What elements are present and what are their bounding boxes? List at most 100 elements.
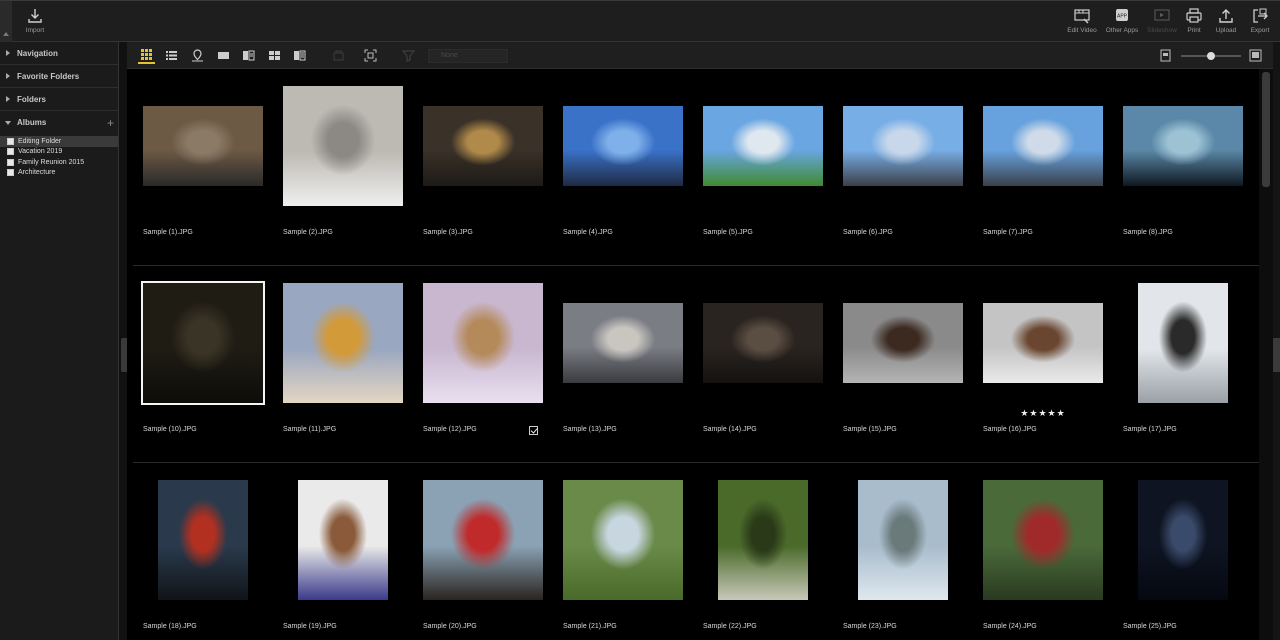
vertical-scrollbar[interactable]: [1259, 69, 1273, 640]
thumbnail-cell[interactable]: Sample (7).JPG: [978, 69, 1118, 266]
sidebar-section-albums[interactable]: Albums +: [0, 111, 118, 134]
thumbnail-cell[interactable]: Sample (21).JPG: [558, 463, 698, 640]
zoom-out-icon[interactable]: [1157, 47, 1174, 64]
map-pin-icon[interactable]: [189, 47, 206, 64]
thumbnail-image[interactable]: [423, 106, 543, 186]
thumbnail-image[interactable]: [158, 480, 248, 600]
thumbnail-cell[interactable]: Sample (12).JPG: [418, 266, 558, 463]
toolbar-button-label: Print: [1187, 27, 1201, 34]
expand-arrow-icon: [6, 50, 10, 56]
collapse-arrow-icon: [5, 121, 11, 125]
thumbnail-image[interactable]: [983, 480, 1103, 600]
filter-icon[interactable]: [400, 47, 417, 64]
single-image-icon[interactable]: [215, 47, 232, 64]
thumbnail-image[interactable]: [983, 303, 1103, 383]
app-window: Import Edit Video APP Other Apps Slideshow P…: [0, 0, 1280, 640]
compare-icon[interactable]: [240, 47, 257, 64]
thumbnail-image[interactable]: [1123, 106, 1243, 186]
rotate-icon[interactable]: [330, 47, 347, 64]
album-label: Family Reunion 2015: [18, 158, 85, 166]
edit-video-button[interactable]: Edit Video: [1062, 7, 1102, 41]
thumbnail-image[interactable]: [563, 303, 683, 383]
thumbnail-cell[interactable]: Sample (17).JPG: [1118, 266, 1258, 463]
thumbnail-cell[interactable]: Sample (18).JPG: [138, 463, 278, 640]
thumbnail-cell[interactable]: Sample (8).JPG: [1118, 69, 1258, 266]
thumbnail-image[interactable]: [843, 303, 963, 383]
album-label: Vacation 2019: [18, 148, 63, 156]
zoom-in-icon[interactable]: [1247, 47, 1264, 64]
thumbnail-cell[interactable]: Sample (13).JPG: [558, 266, 698, 463]
toolbar-button-label: Other Apps: [1105, 27, 1139, 34]
thumbnail-image[interactable]: [1138, 480, 1228, 600]
thumbnail-cell[interactable]: Sample (19).JPG: [278, 463, 418, 640]
thumbnail-image[interactable]: [983, 106, 1103, 186]
thumbnail-grid-icon[interactable]: [138, 47, 155, 64]
thumbnail-size-slider[interactable]: [1181, 52, 1241, 60]
thumbnail-cell[interactable]: Sample (11).JPG: [278, 266, 418, 463]
thumbnail-image[interactable]: [718, 480, 808, 600]
album-item[interactable]: Architecture: [0, 168, 118, 179]
thumbnail-image[interactable]: [858, 480, 948, 600]
thumbnail-cell[interactable]: Sample (25).JPG: [1118, 463, 1258, 640]
thumbnail-image[interactable]: [423, 480, 543, 600]
add-album-icon[interactable]: +: [107, 116, 114, 130]
thumbnail-caption: Sample (25).JPG: [1123, 623, 1177, 630]
upload-icon: [1219, 9, 1233, 23]
thumbnail-caption: Sample (11).JPG: [283, 426, 337, 433]
thumbnail-image[interactable]: [143, 106, 263, 186]
scrollbar-thumb[interactable]: [1262, 72, 1270, 187]
star-rating[interactable]: ★★★★★: [983, 408, 1103, 419]
toolbar-button-label: Upload: [1215, 27, 1237, 34]
thumbnail-caption: Sample (1).JPG: [143, 229, 193, 236]
thumbnail-cell[interactable]: Sample (5).JPG: [698, 69, 838, 266]
thumbnail-cell[interactable]: Sample (16).JPG ★★★★★: [978, 266, 1118, 463]
thumbnail-image[interactable]: [423, 283, 543, 403]
album-item[interactable]: Editing Folder: [0, 136, 118, 147]
thumbnail-caption: Sample (15).JPG: [843, 426, 897, 433]
thumbnail-cell[interactable]: Sample (4).JPG: [558, 69, 698, 266]
thumbnail-image[interactable]: [703, 303, 823, 383]
thumbnail-cell[interactable]: Sample (14).JPG: [698, 266, 838, 463]
thumbnail-cell[interactable]: Sample (1).JPG: [138, 69, 278, 266]
split-view-icon[interactable]: [291, 47, 308, 64]
import-icon: [28, 9, 42, 23]
multi-view-icon[interactable]: [266, 47, 283, 64]
thumbnail-image[interactable]: [298, 480, 388, 600]
thumbnail-cell[interactable]: Sample (15).JPG: [838, 266, 978, 463]
other-apps-button[interactable]: APP Other Apps: [1102, 7, 1142, 41]
thumbnail-caption: Sample (20).JPG: [423, 623, 477, 630]
thumbnail-image[interactable]: [1138, 283, 1228, 403]
thumbnail-cell[interactable]: Sample (24).JPG: [978, 463, 1118, 640]
collapse-panel-handle[interactable]: [0, 1, 12, 43]
import-button[interactable]: Import: [15, 7, 55, 41]
thumbnail-cell[interactable]: Sample (6).JPG: [838, 69, 978, 266]
thumbnail-cell[interactable]: Sample (23).JPG: [838, 463, 978, 640]
album-item[interactable]: Family Reunion 2015: [0, 157, 118, 168]
right-panel-grip[interactable]: [1273, 338, 1280, 372]
list-view-icon[interactable]: [163, 47, 180, 64]
sidebar-section-navigation[interactable]: Navigation: [0, 42, 118, 65]
thumbnail-cell[interactable]: Sample (2).JPG: [278, 69, 418, 266]
full-screen-icon[interactable]: [362, 47, 379, 64]
sidebar-section-folders[interactable]: Folders: [0, 88, 118, 111]
thumbnail-image[interactable]: [283, 86, 403, 206]
thumbnail-image[interactable]: [283, 283, 403, 403]
thumbnail-cell[interactable]: Sample (3).JPG: [418, 69, 558, 266]
thumbnail-row: Sample (18).JPG Sample (19).JPG Sample (20…: [133, 463, 1259, 640]
thumbnail-image[interactable]: [843, 106, 963, 186]
thumbnail-image[interactable]: [141, 281, 265, 405]
slider-thumb[interactable]: [1207, 52, 1215, 60]
thumbnail-cell[interactable]: Sample (10).JPG: [138, 266, 278, 463]
sidebar-section-favorite-folders[interactable]: Favorite Folders: [0, 65, 118, 88]
export-button[interactable]: Export: [1240, 7, 1280, 41]
thumbnail-cell[interactable]: Sample (20).JPG: [418, 463, 558, 640]
expand-arrow-icon: [6, 73, 10, 79]
checkmark-icon[interactable]: [529, 426, 538, 435]
thumbnail-image[interactable]: [563, 106, 683, 186]
thumbnail-cell[interactable]: Sample (22).JPG: [698, 463, 838, 640]
thumbnail-image[interactable]: [703, 106, 823, 186]
album-item[interactable]: Vacation 2019: [0, 147, 118, 158]
thumbnail-image[interactable]: [563, 480, 683, 600]
filter-dropdown[interactable]: None: [428, 49, 508, 63]
view-toolbar: None: [127, 42, 1273, 69]
